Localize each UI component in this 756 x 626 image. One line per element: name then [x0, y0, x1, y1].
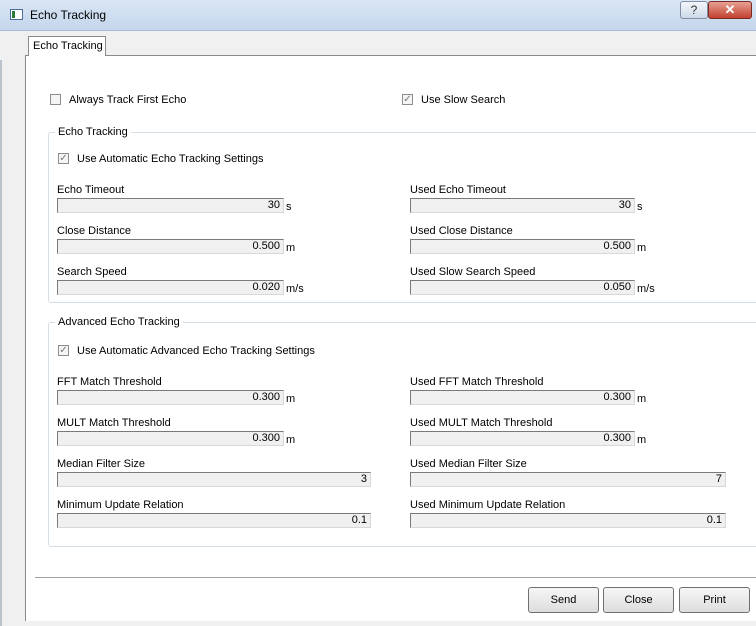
tab-page: Always Track First Echo ✓ Use Slow Searc… — [25, 55, 756, 621]
used-minimum-update-relation-label: Used Minimum Update Relation — [410, 499, 566, 511]
used-close-distance-label: Used Close Distance — [410, 225, 513, 237]
unit-label: m — [637, 434, 647, 446]
unit-label: m — [637, 393, 647, 405]
title-bar[interactable]: Echo Tracking ? ✕ — [0, 0, 756, 31]
used-minimum-update-relation-field[interactable]: 0.1 — [410, 513, 726, 528]
print-button[interactable]: Print — [679, 587, 750, 613]
group-title: Echo Tracking — [55, 126, 131, 139]
group-title: Advanced Echo Tracking — [55, 316, 183, 329]
unit-label: m — [286, 393, 296, 405]
search-speed-label: Search Speed — [57, 266, 127, 278]
minimum-update-relation-field[interactable]: 0.1 — [57, 513, 371, 528]
close-distance-field[interactable]: 0.500 — [57, 239, 284, 254]
unit-label: s — [637, 201, 643, 213]
fft-match-threshold-field[interactable]: 0.300 — [57, 390, 284, 405]
used-median-filter-size-label: Used Median Filter Size — [410, 458, 527, 470]
median-filter-size-label: Median Filter Size — [57, 458, 146, 470]
used-mult-match-threshold-label: Used MULT Match Threshold — [410, 417, 553, 429]
close-window-button[interactable]: ✕ — [708, 1, 752, 19]
checkbox-box[interactable]: ✓ — [58, 345, 69, 356]
checkbox-box[interactable]: ✓ — [402, 94, 413, 105]
unit-label: m/s — [286, 283, 304, 295]
unit-label: m/s — [637, 283, 655, 295]
send-button[interactable]: Send — [528, 587, 599, 613]
separator — [35, 577, 756, 579]
fft-match-threshold-label: FFT Match Threshold — [57, 376, 162, 388]
used-fft-match-threshold-field[interactable]: 0.300 — [410, 390, 635, 405]
unit-label: m — [286, 242, 296, 254]
mult-match-threshold-label: MULT Match Threshold — [57, 417, 171, 429]
dialog-window: Echo Tracking ? ✕ Always Track First Ech… — [0, 0, 756, 626]
checkbox-box[interactable] — [50, 94, 61, 105]
unit-label: s — [286, 201, 292, 213]
used-median-filter-size-field[interactable]: 7 — [410, 472, 726, 487]
used-echo-timeout-field[interactable]: 30 — [410, 198, 635, 213]
window-border — [0, 60, 2, 626]
used-echo-timeout-label: Used Echo Timeout — [410, 184, 506, 196]
mult-match-threshold-field[interactable]: 0.300 — [57, 431, 284, 446]
unit-label: m — [637, 242, 647, 254]
help-button[interactable]: ? — [680, 1, 708, 19]
median-filter-size-field[interactable]: 3 — [57, 472, 371, 487]
close-button[interactable]: Close — [603, 587, 674, 613]
window-title: Echo Tracking — [30, 8, 107, 22]
tab-echo-tracking[interactable]: Echo Tracking — [28, 36, 106, 56]
echo-timeout-label: Echo Timeout — [57, 184, 125, 196]
used-slow-search-speed-label: Used Slow Search Speed — [410, 266, 536, 278]
used-close-distance-field[interactable]: 0.500 — [410, 239, 635, 254]
used-slow-search-speed-field[interactable]: 0.050 — [410, 280, 635, 295]
used-mult-match-threshold-field[interactable]: 0.300 — [410, 431, 635, 446]
echo-timeout-field[interactable]: 30 — [57, 198, 284, 213]
close-distance-label: Close Distance — [57, 225, 131, 237]
checkbox-box[interactable]: ✓ — [58, 153, 69, 164]
unit-label: m — [286, 434, 296, 446]
app-icon — [10, 9, 23, 20]
minimum-update-relation-label: Minimum Update Relation — [57, 499, 184, 511]
used-fft-match-threshold-label: Used FFT Match Threshold — [410, 376, 544, 388]
search-speed-field[interactable]: 0.020 — [57, 280, 284, 295]
